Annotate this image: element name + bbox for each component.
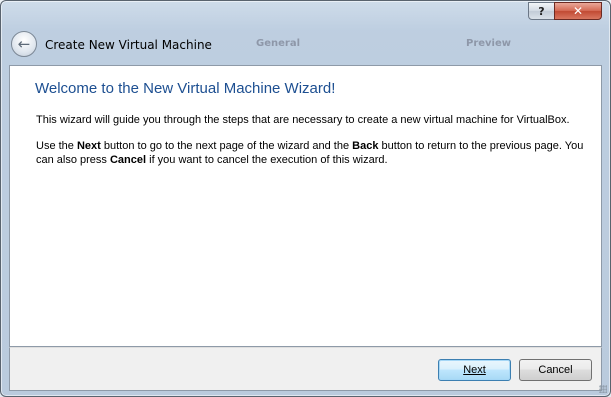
instr-text: button to go to the next page of the wiz… <box>100 140 353 152</box>
wizard-title: Create New Virtual Machine <box>45 38 212 52</box>
resize-grip[interactable] <box>599 385 607 393</box>
background-tab-general: General <box>256 38 300 49</box>
next-button[interactable]: Next <box>438 359 511 381</box>
background-tab-preview: Preview <box>466 38 512 49</box>
help-button[interactable]: ? <box>528 2 555 20</box>
instr-text: if you want to cancel the execution of t… <box>146 154 388 166</box>
back-arrow-icon: ← <box>17 34 31 53</box>
instr-cancel-bold: Cancel <box>109 154 147 166</box>
wizard-header: ← Create New Virtual Machine General Pre… <box>8 30 604 63</box>
cancel-button[interactable]: Cancel <box>519 359 592 381</box>
button-bar: Next Cancel <box>9 347 602 391</box>
instr-text: Use the <box>36 140 77 152</box>
close-button[interactable]: ✕ <box>554 2 602 20</box>
wizard-dialog: ? ✕ ← Create New Virtual Machine General… <box>0 0 611 397</box>
back-button[interactable]: ← <box>11 31 37 57</box>
wizard-page: Welcome to the New Virtual Machine Wizar… <box>9 65 602 347</box>
cancel-button-label: Cancel <box>538 364 573 376</box>
instr-back-bold: Back <box>352 140 379 152</box>
page-heading: Welcome to the New Virtual Machine Wizar… <box>35 80 336 97</box>
instructions-text: Use the Next button to go to the next pa… <box>36 139 596 167</box>
next-button-label: Next <box>463 364 486 376</box>
instr-next-bold: Next <box>76 140 101 152</box>
intro-text: This wizard will guide you through the s… <box>36 114 570 126</box>
